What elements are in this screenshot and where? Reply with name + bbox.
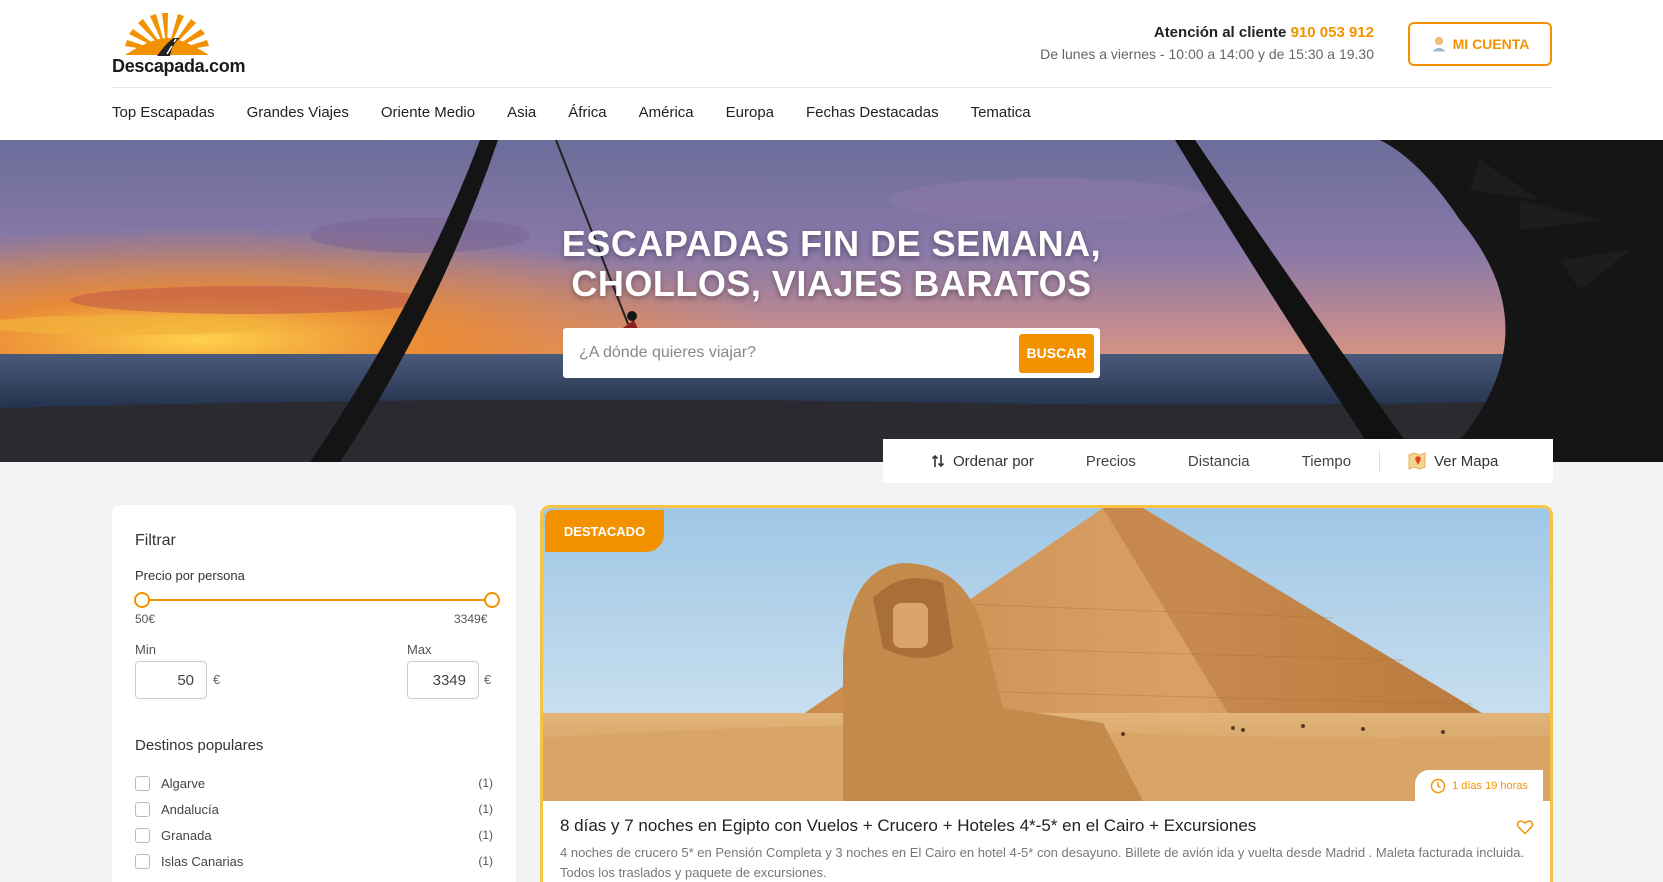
filter-title: Filtrar: [135, 532, 176, 549]
nav-fechas-destacadas[interactable]: Fechas Destacadas: [806, 104, 939, 121]
search-box: BUSCAR: [563, 328, 1100, 378]
user-icon: [1432, 37, 1446, 52]
view-map-button[interactable]: Ver Mapa: [1408, 452, 1498, 470]
nav-grandes-viajes[interactable]: Grandes Viajes: [247, 104, 349, 121]
price-range-max-label: 3349€: [454, 612, 488, 626]
destination-count: (1): [478, 776, 493, 790]
support-line: Atención al cliente 910 053 912: [1040, 24, 1374, 41]
sort-option-tiempo[interactable]: Tiempo: [1302, 453, 1351, 470]
support-phone[interactable]: 910 053 912: [1291, 24, 1374, 41]
price-range-min-label: 50€: [135, 612, 156, 626]
destination-name: Granada: [161, 827, 212, 843]
view-map-label: Ver Mapa: [1434, 452, 1499, 470]
hero-title-line-1: ESCAPADAS FIN DE SEMANA,: [561, 223, 1102, 264]
destination-count: (1): [478, 828, 493, 842]
nav-top-escapadas[interactable]: Top Escapadas: [112, 104, 215, 121]
sort-separator: [1379, 451, 1381, 471]
my-account-button[interactable]: MI CUENTA: [1408, 22, 1552, 66]
price-label: Precio por persona: [135, 568, 245, 583]
nav-america[interactable]: América: [639, 104, 694, 121]
nav-oriente-medio[interactable]: Oriente Medio: [381, 104, 475, 121]
price-slider-min-handle[interactable]: [134, 592, 150, 608]
max-price-label: Max: [407, 642, 432, 657]
support-hours: De lunes a viernes - 10:00 a 14:00 y de …: [1040, 46, 1374, 62]
hero-title-line-2: CHOLLOS, VIAJES BARATOS: [571, 263, 1092, 304]
destination-search-input[interactable]: [579, 344, 1019, 362]
pyramid-sphinx-image[interactable]: [543, 508, 1550, 801]
price-slider-max-handle[interactable]: [484, 592, 500, 608]
sort-by[interactable]: Ordenar por: [931, 453, 1034, 470]
hero-title: ESCAPADAS FIN DE SEMANA, CHOLLOS, VIAJES…: [0, 224, 1663, 304]
min-price-label: Min: [135, 642, 156, 657]
support-label: Atención al cliente: [1153, 24, 1287, 41]
destination-name: Algarve: [161, 775, 206, 791]
offer-card[interactable]: DESTACADO 1 días 19 horas 8 días y 7 noc…: [540, 505, 1553, 882]
my-account-label: MI CUENTA: [1452, 36, 1530, 52]
header-divider: [112, 87, 1552, 88]
hero-banner: ESCAPADAS FIN DE SEMANA, CHOLLOS, VIAJES…: [0, 140, 1663, 462]
sort-option-precios[interactable]: Precios: [1086, 453, 1136, 470]
destination-item[interactable]: Islas Canarias (1): [135, 848, 493, 874]
popular-destinations-title: Destinos populares: [135, 737, 264, 754]
destination-checkbox[interactable]: [135, 801, 150, 817]
nav-africa[interactable]: África: [568, 104, 606, 121]
nav-tematica[interactable]: Tematica: [971, 104, 1031, 121]
min-price-input[interactable]: 50: [135, 661, 207, 699]
nav-asia[interactable]: Asia: [507, 104, 536, 121]
filter-panel: Filtrar Precio por persona 50€ 3349€ Min…: [112, 505, 516, 882]
clock-icon: [1430, 778, 1446, 794]
destination-count: (1): [478, 854, 493, 868]
logo-text: Descapada.com: [112, 56, 246, 76]
destination-item[interactable]: Granada (1): [135, 822, 493, 848]
destination-item[interactable]: Algarve (1): [135, 770, 493, 796]
sort-arrows-icon: [931, 454, 945, 468]
price-slider-track[interactable]: [142, 599, 492, 601]
offer-title[interactable]: 8 días y 7 noches en Egipto con Vuelos +…: [560, 816, 1480, 836]
featured-badge: DESTACADO: [545, 510, 664, 552]
map-icon: [1408, 452, 1426, 470]
customer-support: Atención al cliente 910 053 912 De lunes…: [1040, 24, 1374, 62]
destination-item[interactable]: Andalucía (1): [135, 796, 493, 822]
max-price-currency: €: [484, 672, 492, 687]
nav-europa[interactable]: Europa: [726, 104, 774, 121]
destination-name: Andalucía: [161, 801, 219, 817]
duration-text: 1 días 19 horas: [1452, 780, 1528, 792]
site-logo[interactable]: Descapada.com: [112, 8, 262, 78]
duration-pill: 1 días 19 horas: [1415, 770, 1543, 802]
sort-by-label: Ordenar por: [953, 452, 1034, 470]
destination-checkbox[interactable]: [135, 775, 150, 791]
search-button[interactable]: BUSCAR: [1019, 333, 1094, 373]
heart-icon[interactable]: [1516, 818, 1534, 836]
destination-name: Islas Canarias: [161, 853, 244, 869]
max-price-input[interactable]: 3349: [407, 661, 479, 699]
offer-description: 4 noches de crucero 5* en Pensión Comple…: [560, 845, 1525, 880]
destination-count: (1): [478, 802, 493, 816]
destination-checkbox[interactable]: [135, 853, 150, 869]
destinations-list: Algarve (1) Andalucía (1) Granada (1) Is…: [135, 770, 493, 874]
sort-bar: Ordenar por Precios Distancia Tiempo Ver…: [883, 439, 1553, 483]
sun-road-logo-icon: [125, 13, 209, 56]
sort-option-distancia[interactable]: Distancia: [1188, 453, 1250, 470]
site-header: Descapada.com Atención al cliente 910 05…: [0, 0, 1663, 140]
main-nav: Top Escapadas Grandes Viajes Oriente Med…: [112, 104, 1063, 121]
destination-checkbox[interactable]: [135, 827, 150, 843]
min-price-currency: €: [213, 672, 221, 687]
